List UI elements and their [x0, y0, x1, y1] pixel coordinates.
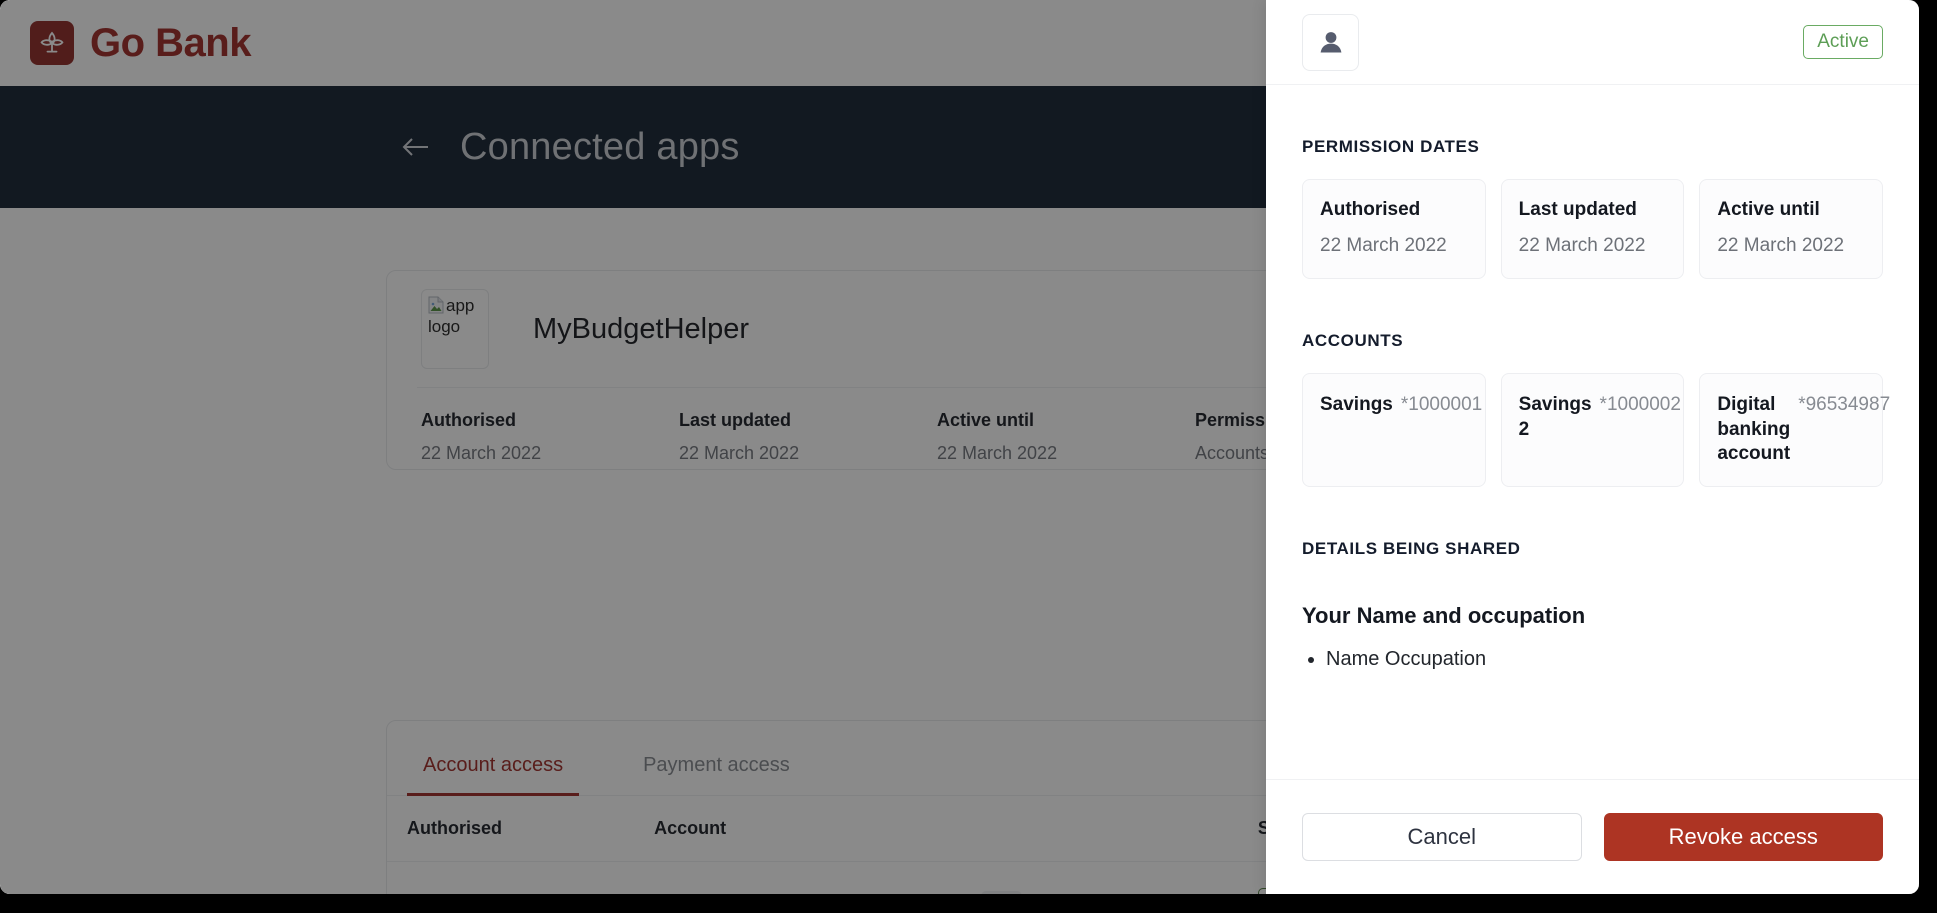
details-shared-heading: DETAILS BEING SHARED	[1302, 539, 1521, 559]
drawer-status-badge: Active	[1803, 25, 1883, 59]
permission-date-last-updated: Last updated 22 March 2022	[1500, 179, 1685, 279]
tile-label: Last updated	[1518, 199, 1637, 220]
account-card: Savings 2 *1000002	[1500, 373, 1685, 488]
drawer-footer: Cancel Revoke access	[1266, 779, 1919, 894]
account-card: Savings *1000001	[1302, 373, 1486, 488]
permission-detail-drawer: Active PERMISSION DATES Authorised 22 Ma…	[1266, 0, 1919, 894]
revoke-access-button[interactable]: Revoke access	[1603, 813, 1883, 861]
account-number: *1000002	[1599, 394, 1681, 415]
drawer-header: Active	[1266, 0, 1919, 85]
tile-label: Active until	[1717, 199, 1820, 220]
user-avatar-icon	[1302, 13, 1359, 71]
accounts-row: Savings *1000001 Savings 2 *1000002 Digi…	[1302, 373, 1890, 488]
details-shared-list: Name Occupation	[1302, 643, 1883, 675]
list-item: Name Occupation	[1326, 643, 1883, 675]
tile-label: Authorised	[1320, 199, 1421, 220]
account-number: *96534987	[1798, 394, 1891, 415]
permission-dates-heading: PERMISSION DATES	[1302, 137, 1480, 156]
account-name: Savings	[1320, 394, 1393, 415]
permission-date-active-until: Active until 22 March 2022	[1699, 179, 1884, 279]
cancel-button[interactable]: Cancel	[1302, 813, 1582, 861]
tile-value: 22 March 2022	[1518, 235, 1646, 256]
details-group-title: Your Name and occupation	[1302, 603, 1586, 629]
account-name: Digital banking account	[1717, 394, 1791, 465]
permission-date-authorised: Authorised 22 March 2022	[1302, 179, 1486, 279]
tile-value: 22 March 2022	[1320, 235, 1447, 256]
account-card: Digital banking account *96534987	[1699, 373, 1890, 488]
permission-dates-row: Authorised 22 March 2022 Last updated 22…	[1302, 179, 1884, 279]
account-number: *1000001	[1400, 394, 1483, 415]
tile-value: 22 March 2022	[1717, 235, 1845, 256]
accounts-heading: ACCOUNTS	[1302, 331, 1404, 350]
drawer-body: PERMISSION DATES Authorised 22 March 202…	[1266, 85, 1919, 779]
page-frame: Go Bank Connected apps	[0, 0, 1919, 894]
account-name: Savings 2	[1518, 394, 1592, 440]
